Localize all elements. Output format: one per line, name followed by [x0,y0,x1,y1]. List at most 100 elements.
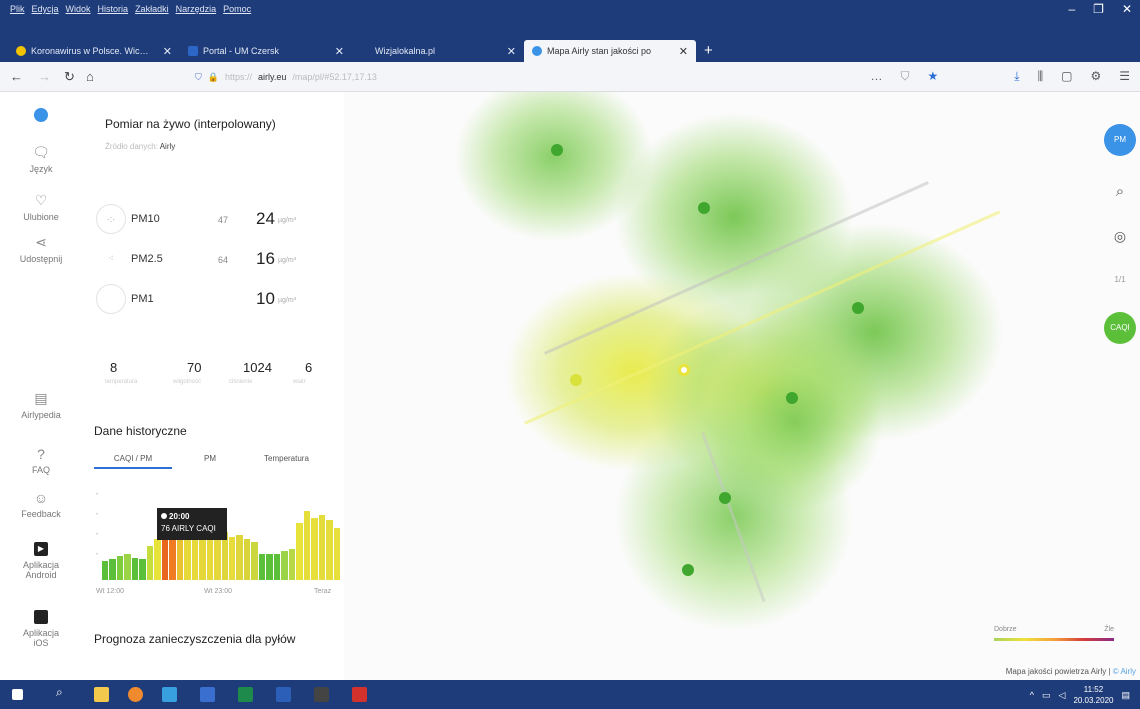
extension-icon[interactable]: ⚙ [1090,69,1101,84]
app-icon[interactable] [200,687,215,702]
pocket-icon[interactable]: ⛉ [901,69,910,84]
search-icon[interactable]: ⌕ [56,685,71,700]
restore-button[interactable]: ❐ [1093,2,1104,16]
sidebar-icon[interactable]: ▢ [1061,69,1072,84]
close-tab-icon[interactable]: ✕ [507,45,516,58]
minimize-button[interactable]: – [1068,2,1075,16]
chart-bar[interactable] [266,554,273,580]
chart-bar[interactable] [116,555,124,580]
chart-bar[interactable] [102,561,109,580]
tab-wizjalokalna[interactable]: Wizjalokalna.pl ✕ [352,40,524,62]
chart-bar[interactable] [296,523,303,580]
chart-bar[interactable] [311,518,318,580]
firefox-icon[interactable] [128,687,143,702]
menu-item[interactable]: Zakładki [135,4,169,14]
tray-chevron-icon[interactable]: ^ [1030,690,1034,700]
pollutant-row-pm10[interactable]: ·:· PM10 47 24 µg/m³ [96,204,336,238]
rail-share[interactable]: ⋖ Udostępnij [0,234,82,264]
sensor-marker[interactable] [551,144,563,156]
caqi-toggle-button[interactable]: CAQI [1104,312,1136,344]
menu-item[interactable]: Edycja [32,4,59,14]
credit-link[interactable]: © Airly [1113,667,1136,676]
menu-item[interactable]: Historia [98,4,129,14]
app-icon[interactable] [314,687,329,702]
word-icon[interactable] [276,687,291,702]
chart-bar[interactable] [258,554,266,580]
chart-bar[interactable] [333,528,340,580]
app-icon[interactable] [162,687,177,702]
rail-android[interactable]: ▶ Aplikacja Android [0,542,82,580]
chart-bar[interactable] [326,519,333,580]
chart-bar[interactable] [146,545,154,580]
menu-item[interactable]: Widok [66,4,91,14]
rail-ios[interactable]: Aplikacja iOS [0,610,82,648]
chart-bar[interactable] [124,554,131,580]
shield-icon[interactable]: ⛉ [195,72,202,83]
pollutant-row-pm1[interactable]: PM1 10 µg/m³ [96,284,336,318]
lock-icon[interactable]: 🔒 [208,72,219,83]
tab-temperature[interactable]: Temperatura [264,454,309,463]
close-tab-icon[interactable]: ✕ [163,45,172,58]
chart-bar[interactable] [303,511,311,580]
chart-bar[interactable] [236,535,243,580]
forward-icon[interactable]: → [38,69,51,84]
rail-language[interactable]: 🗨 Język [0,144,82,174]
rail-info[interactable] [0,108,82,127]
tab-airly-map[interactable]: Mapa Airly stan jakości po ✕ [524,40,696,62]
close-tab-icon[interactable]: ✕ [335,45,344,58]
chart-bar[interactable] [243,538,251,580]
rail-faq[interactable]: ? FAQ [0,446,82,475]
file-explorer-icon[interactable] [94,687,109,702]
new-tab-button[interactable]: + [696,42,721,62]
home-icon[interactable]: ⌂ [86,69,94,84]
pollutant-row-pm25[interactable]: ⁖ PM2.5 64 16 µg/m³ [96,244,336,278]
chart-bar[interactable] [109,559,116,580]
volume-icon[interactable]: ◁ [1059,690,1066,701]
library-icon[interactable]: ⫼ [1038,69,1044,84]
chart-bar[interactable] [131,557,139,580]
notifications-icon[interactable]: ▤ [1121,690,1130,701]
sensor-marker[interactable] [698,202,710,214]
sensor-marker[interactable] [570,374,582,386]
tab-koronawirus[interactable]: Koronawirus w Polsce. Wiceml ✕ [8,40,180,62]
sensor-marker[interactable] [852,302,864,314]
chart-bar[interactable] [251,542,258,580]
rail-favorites[interactable]: ♡ Ulubione [0,192,82,222]
bookmark-star-icon[interactable]: ★ [928,69,939,84]
menu-item[interactable]: Narzędzia [176,4,217,14]
chart-bar[interactable] [273,554,281,580]
back-icon[interactable]: ← [10,69,23,84]
download-icon[interactable]: ⤓ [1014,69,1019,84]
layer-count-button[interactable]: 1/1 [1104,264,1136,296]
chart-bar[interactable] [228,537,236,580]
network-icon[interactable]: ▭ [1042,690,1051,701]
sensor-marker[interactable] [786,392,798,404]
clock[interactable]: 11:52 20.03.2020 [1073,684,1113,706]
sensor-marker-selected[interactable] [678,364,690,376]
reload-icon[interactable]: ↻ [64,69,75,85]
chart-bar[interactable] [139,559,146,580]
tab-portal[interactable]: Portal - UM Czersk ✕ [180,40,352,62]
url-bar[interactable]: ⛉ 🔒 https:// airly.eu /map/pl/#52.17,17.… [195,68,835,86]
excel-icon[interactable] [238,687,253,702]
chart-bar[interactable] [318,514,326,580]
close-tab-icon[interactable]: ✕ [679,45,688,58]
rail-airlypedia[interactable]: ▤ Airlypedia [0,390,82,420]
chart-bar[interactable] [281,550,288,580]
chart-bar[interactable] [288,549,296,580]
pm-toggle-button[interactable]: PM [1104,124,1136,156]
sensor-marker[interactable] [719,492,731,504]
sensor-marker[interactable] [682,564,694,576]
air-quality-map[interactable]: PM ⌕ ◎ 1/1 CAQI Dobrze Źle Mapa jakości … [344,92,1140,680]
hamburger-menu-icon[interactable]: ☰ [1119,69,1130,84]
chart-bar[interactable] [154,538,161,580]
locate-icon[interactable]: ◎ [1104,220,1136,252]
pdf-icon[interactable] [352,687,367,702]
close-window-button[interactable]: ✕ [1122,2,1132,16]
menu-item[interactable]: Pomoc [223,4,251,14]
tab-pm[interactable]: PM [204,454,216,463]
search-icon[interactable]: ⌕ [1104,176,1136,208]
rail-feedback[interactable]: ☺ Feedback [0,490,82,519]
windows-start-icon[interactable] [12,689,23,700]
page-actions-icon[interactable]: … [871,69,883,84]
